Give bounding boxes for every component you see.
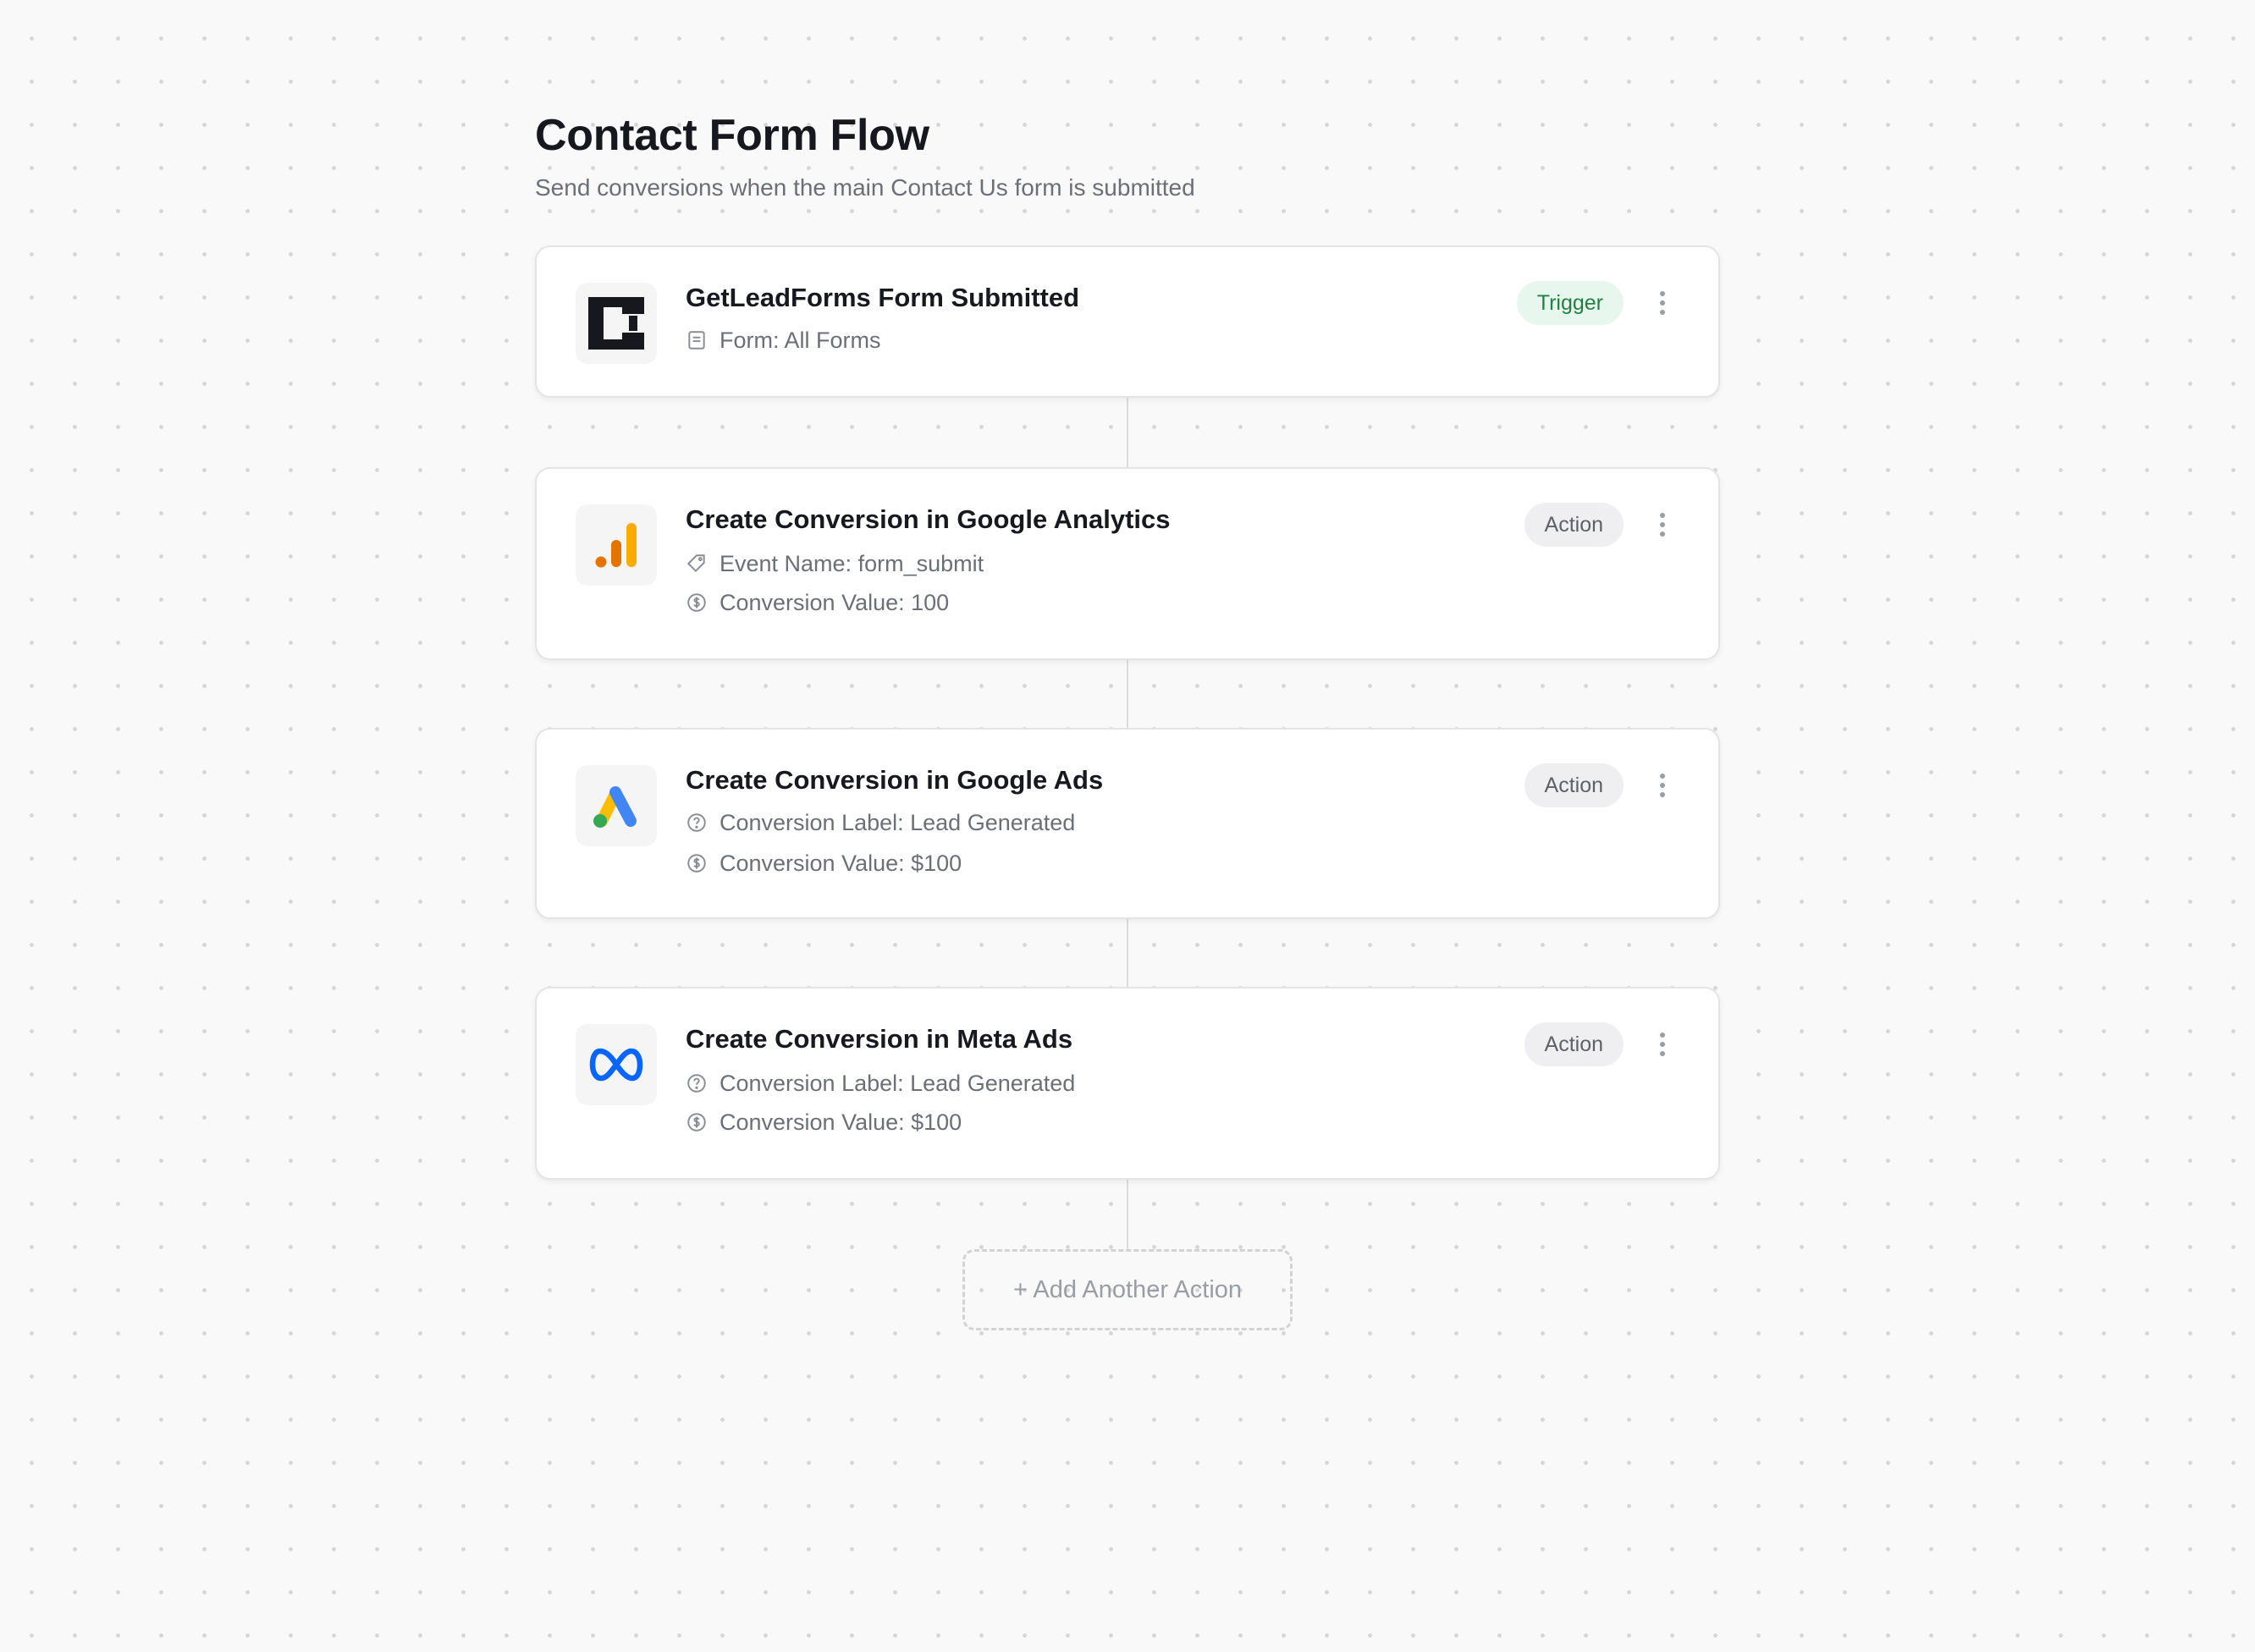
- more-vertical-icon[interactable]: [1654, 509, 1671, 540]
- step-content: GetLeadForms Form Submitted Form: All Fo…: [686, 281, 1464, 355]
- tag-icon: [686, 554, 705, 573]
- flow-steps: GetLeadForms Form Submitted Form: All Fo…: [535, 245, 1720, 1330]
- flow-editor: Contact Form Flow Send conversions when …: [535, 108, 1720, 1330]
- trigger-step-card[interactable]: GetLeadForms Form Submitted Form: All Fo…: [535, 245, 1720, 398]
- meta-logo-icon: [576, 1024, 657, 1105]
- step-title: GetLeadForms Form Submitted: [686, 283, 1080, 312]
- step-content: Create Conversion in Meta Ads Conversion…: [686, 1022, 1464, 1137]
- step-detail: Conversion Value: $100: [686, 1107, 1464, 1137]
- step-title: Create Conversion in Google Ads: [686, 765, 1104, 795]
- step-connector: [1127, 660, 1128, 728]
- question-circle-icon: [687, 813, 706, 832]
- step-connector: [1127, 1180, 1128, 1249]
- step-detail: Event Name: form_submit: [686, 548, 1464, 579]
- step-detail-text: Conversion Value: 100: [720, 590, 950, 615]
- getleadforms-logo-icon: [576, 283, 657, 364]
- step-detail: Form: All Forms: [686, 325, 1464, 355]
- dollar-circle-icon: [687, 593, 706, 612]
- action-step-card-google-analytics[interactable]: Create Conversion in Google Analytics Ev…: [535, 467, 1720, 660]
- question-circle-icon: [687, 1074, 706, 1093]
- add-another-action-button[interactable]: + Add Another Action: [962, 1249, 1293, 1330]
- step-detail-text: Conversion Value: $100: [720, 851, 962, 876]
- action-step-card-google-ads[interactable]: Create Conversion in Google Ads Conversi…: [535, 728, 1720, 919]
- step-detail: Conversion Value: 100: [686, 587, 1464, 618]
- step-detail-text: Conversion Label: Lead Generated: [720, 1071, 1076, 1096]
- google-ads-logo-icon: [576, 765, 657, 846]
- step-detail-text: Form: All Forms: [720, 328, 881, 353]
- more-vertical-icon[interactable]: [1654, 770, 1671, 801]
- action-badge: Action: [1524, 1022, 1624, 1066]
- step-detail: Conversion Label: Lead Generated: [686, 1068, 1464, 1099]
- step-detail-text: Conversion Label: Lead Generated: [720, 810, 1076, 835]
- page-title: Contact Form Flow: [535, 111, 929, 160]
- step-connector: [1127, 398, 1128, 467]
- page-subtitle: Send conversions when the main Contact U…: [535, 174, 1195, 201]
- step-detail-text: Event Name: form_submit: [720, 551, 984, 576]
- step-content: Create Conversion in Google Ads Conversi…: [686, 763, 1464, 878]
- action-badge: Action: [1524, 503, 1624, 547]
- step-title: Create Conversion in Meta Ads: [686, 1024, 1073, 1054]
- action-step-card-meta-ads[interactable]: Create Conversion in Meta Ads Conversion…: [535, 987, 1720, 1180]
- dollar-circle-icon: [687, 1113, 706, 1132]
- google-analytics-logo-icon: [576, 504, 657, 586]
- step-connector: [1127, 919, 1128, 987]
- trigger-badge: Trigger: [1516, 281, 1624, 325]
- step-content: Create Conversion in Google Analytics Ev…: [686, 503, 1464, 618]
- step-detail: Conversion Label: Lead Generated: [686, 807, 1464, 838]
- step-title: Create Conversion in Google Analytics: [686, 504, 1171, 534]
- form-icon: [688, 331, 705, 350]
- dollar-circle-icon: [687, 854, 706, 873]
- action-badge: Action: [1524, 763, 1624, 807]
- more-vertical-icon[interactable]: [1654, 1029, 1671, 1060]
- step-detail: Conversion Value: $100: [686, 848, 1464, 878]
- more-vertical-icon[interactable]: [1654, 288, 1671, 318]
- step-detail-text: Conversion Value: $100: [720, 1110, 962, 1135]
